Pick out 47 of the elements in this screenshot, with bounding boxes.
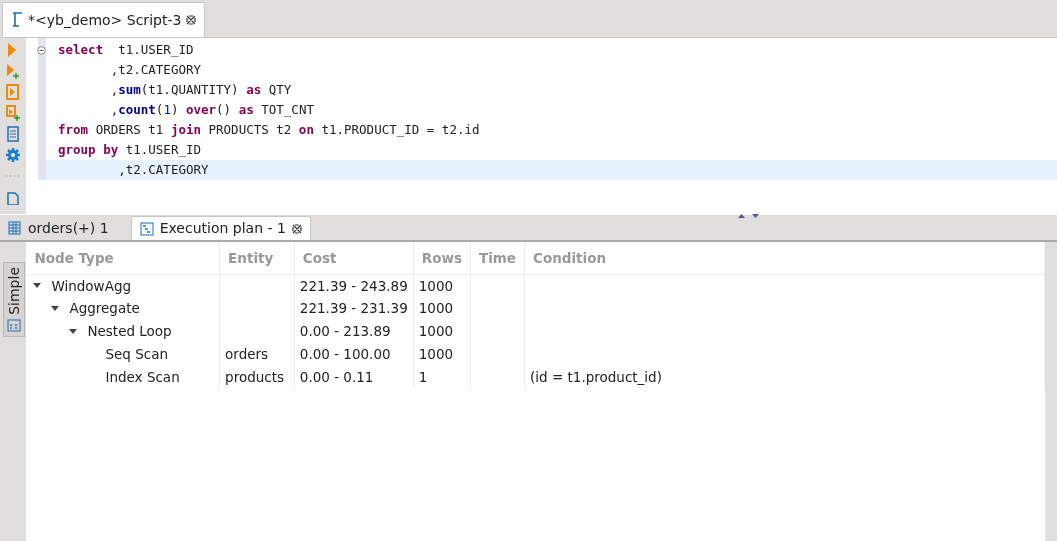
grid-icon [8, 221, 22, 235]
column-header[interactable]: Rows [413, 242, 471, 274]
document-icon[interactable] [5, 126, 21, 142]
plan-icon [139, 221, 154, 236]
table-cell: 0.00 - 100.00 [294, 343, 414, 366]
table-cell: 0.00 - 0.11 [294, 366, 414, 389]
tree-cell: Seq Scan [26, 343, 220, 366]
settings-icon[interactable] [5, 147, 21, 163]
code-line: from ORDERS t1 join PRODUCTS t2 on t1.PRODUCT_ID = t2.id [57, 121, 481, 139]
table-cell: products [219, 366, 295, 389]
table-cell: (id = t1.product_id) [524, 366, 1045, 389]
page-icon[interactable] [5, 189, 21, 205]
fold-icon[interactable] [37, 46, 46, 55]
panel-icon [7, 318, 21, 332]
column-header[interactable]: Condition [524, 242, 1045, 274]
close-icon[interactable] [186, 15, 197, 25]
script-run-icon[interactable] [5, 84, 21, 100]
collapse-arrows-icon[interactable] [738, 213, 760, 219]
table-cell: 221.39 - 243.89 [294, 274, 414, 297]
result-tab[interactable]: orders(+) 1 [0, 216, 117, 240]
code-line: ,t2.CATEGORY [109, 61, 202, 79]
code-line: ,sum(t1.QUANTITY) as QTY [109, 81, 293, 99]
table-cell: orders [219, 343, 295, 366]
editor-tab[interactable]: *<yb_demo> Script-3 [2, 2, 206, 37]
result-tab[interactable]: Execution plan - 1 [130, 216, 311, 240]
table-cell: 1000 [413, 297, 471, 320]
tree-cell: Aggregate [26, 297, 220, 320]
tree-cell: WindowAgg [26, 274, 220, 297]
script-add-icon[interactable] [5, 105, 21, 121]
tree-cell: Nested Loop [26, 320, 220, 343]
code-line: group by t1.USER_ID [57, 141, 202, 159]
code-line: ,count(1) over() as TOT_CNT [109, 101, 315, 119]
column-header[interactable]: Entity [219, 242, 295, 274]
close-icon[interactable] [291, 223, 302, 234]
tree-cell: Index Scan [26, 366, 220, 389]
table-cell: 1000 [413, 320, 471, 343]
table-cell: 1000 [413, 274, 471, 297]
column-header[interactable]: Node Type [26, 242, 220, 274]
table-cell: 1 [413, 366, 471, 389]
table-cell: 221.39 - 231.39 [294, 297, 414, 320]
table-cell: 1000 [413, 343, 471, 366]
table-cell: 0.00 - 213.89 [294, 320, 414, 343]
run-add-icon[interactable] [5, 63, 21, 79]
code-line: select t1.USER_ID [57, 41, 195, 59]
column-header[interactable]: Time [470, 242, 525, 274]
script-icon [11, 12, 23, 28]
column-header[interactable]: Cost [294, 242, 414, 274]
